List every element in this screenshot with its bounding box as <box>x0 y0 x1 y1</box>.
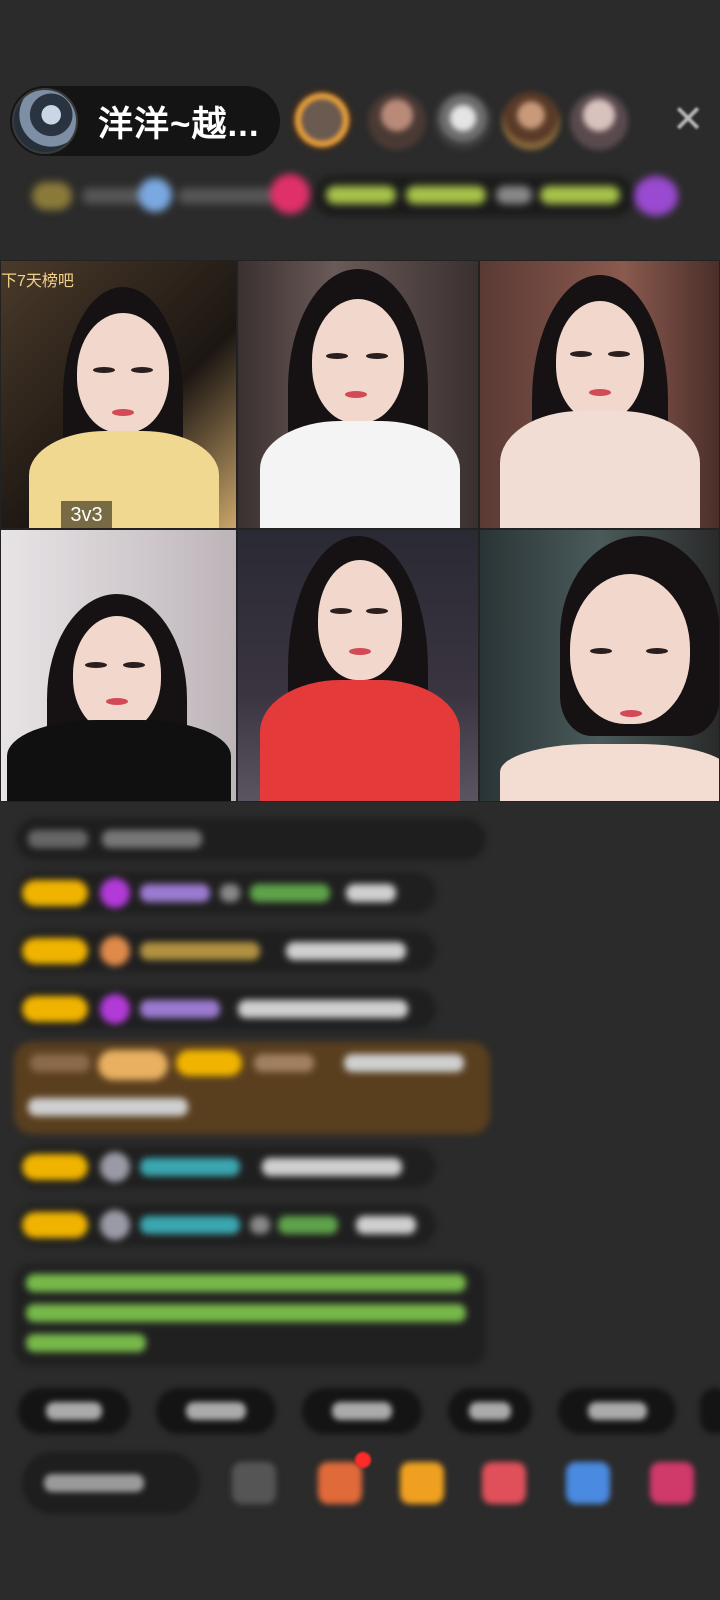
gift-message[interactable] <box>14 1042 490 1134</box>
live-room-screen: 洋洋~越... ✕ 下7天榜吧 3v3 <box>0 0 720 1600</box>
chat-input[interactable] <box>22 1452 200 1514</box>
quick-reply-chip[interactable] <box>700 1388 720 1434</box>
emoji-icon[interactable] <box>232 1462 276 1504</box>
quick-reply-chip[interactable] <box>156 1388 276 1434</box>
chat-message[interactable] <box>16 872 436 914</box>
viewer-avatar-2[interactable] <box>368 92 426 150</box>
tile-overlay-text: 下7天榜吧 <box>1 273 74 290</box>
video-tile-4[interactable] <box>0 529 237 802</box>
room-info-bar[interactable] <box>22 172 698 220</box>
host-profile-pill[interactable]: 洋洋~越... <box>10 86 280 156</box>
video-tile-2[interactable] <box>237 260 479 529</box>
viewer-avatar-4[interactable] <box>502 92 560 150</box>
quick-reply-chip[interactable] <box>558 1388 676 1434</box>
video-tile-5[interactable] <box>237 529 479 802</box>
quick-reply-chip[interactable] <box>302 1388 422 1434</box>
viewer-avatar-1[interactable] <box>290 88 354 152</box>
video-tile-1[interactable]: 下7天榜吧 3v3 <box>0 260 237 529</box>
chat-message[interactable] <box>16 818 486 860</box>
chat-message[interactable] <box>16 988 436 1030</box>
controller-icon[interactable] <box>566 1462 610 1504</box>
3v3-badge: 3v3 <box>61 501 112 528</box>
host-name: 洋洋~越... <box>98 104 260 144</box>
treasure-icon[interactable] <box>400 1462 444 1504</box>
notification-dot <box>355 1452 371 1468</box>
chat-message[interactable] <box>16 1204 436 1246</box>
video-tile-3[interactable] <box>479 260 720 529</box>
quick-reply-chip[interactable] <box>448 1388 532 1434</box>
viewer-avatar-3[interactable] <box>434 92 492 150</box>
chat-message[interactable] <box>16 1146 436 1188</box>
gift-box-icon[interactable] <box>318 1462 362 1504</box>
chat-message[interactable] <box>16 930 436 972</box>
viewer-avatar-5[interactable] <box>570 92 628 150</box>
host-avatar[interactable] <box>12 88 78 154</box>
video-tile-6[interactable] <box>479 529 720 802</box>
game-icon[interactable] <box>482 1462 526 1504</box>
quick-reply-chip[interactable] <box>18 1388 130 1434</box>
video-grid: 下7天榜吧 3v3 <box>0 260 720 802</box>
close-icon[interactable]: ✕ <box>668 100 708 140</box>
gift-icon[interactable] <box>650 1462 694 1504</box>
system-notice <box>14 1264 486 1366</box>
